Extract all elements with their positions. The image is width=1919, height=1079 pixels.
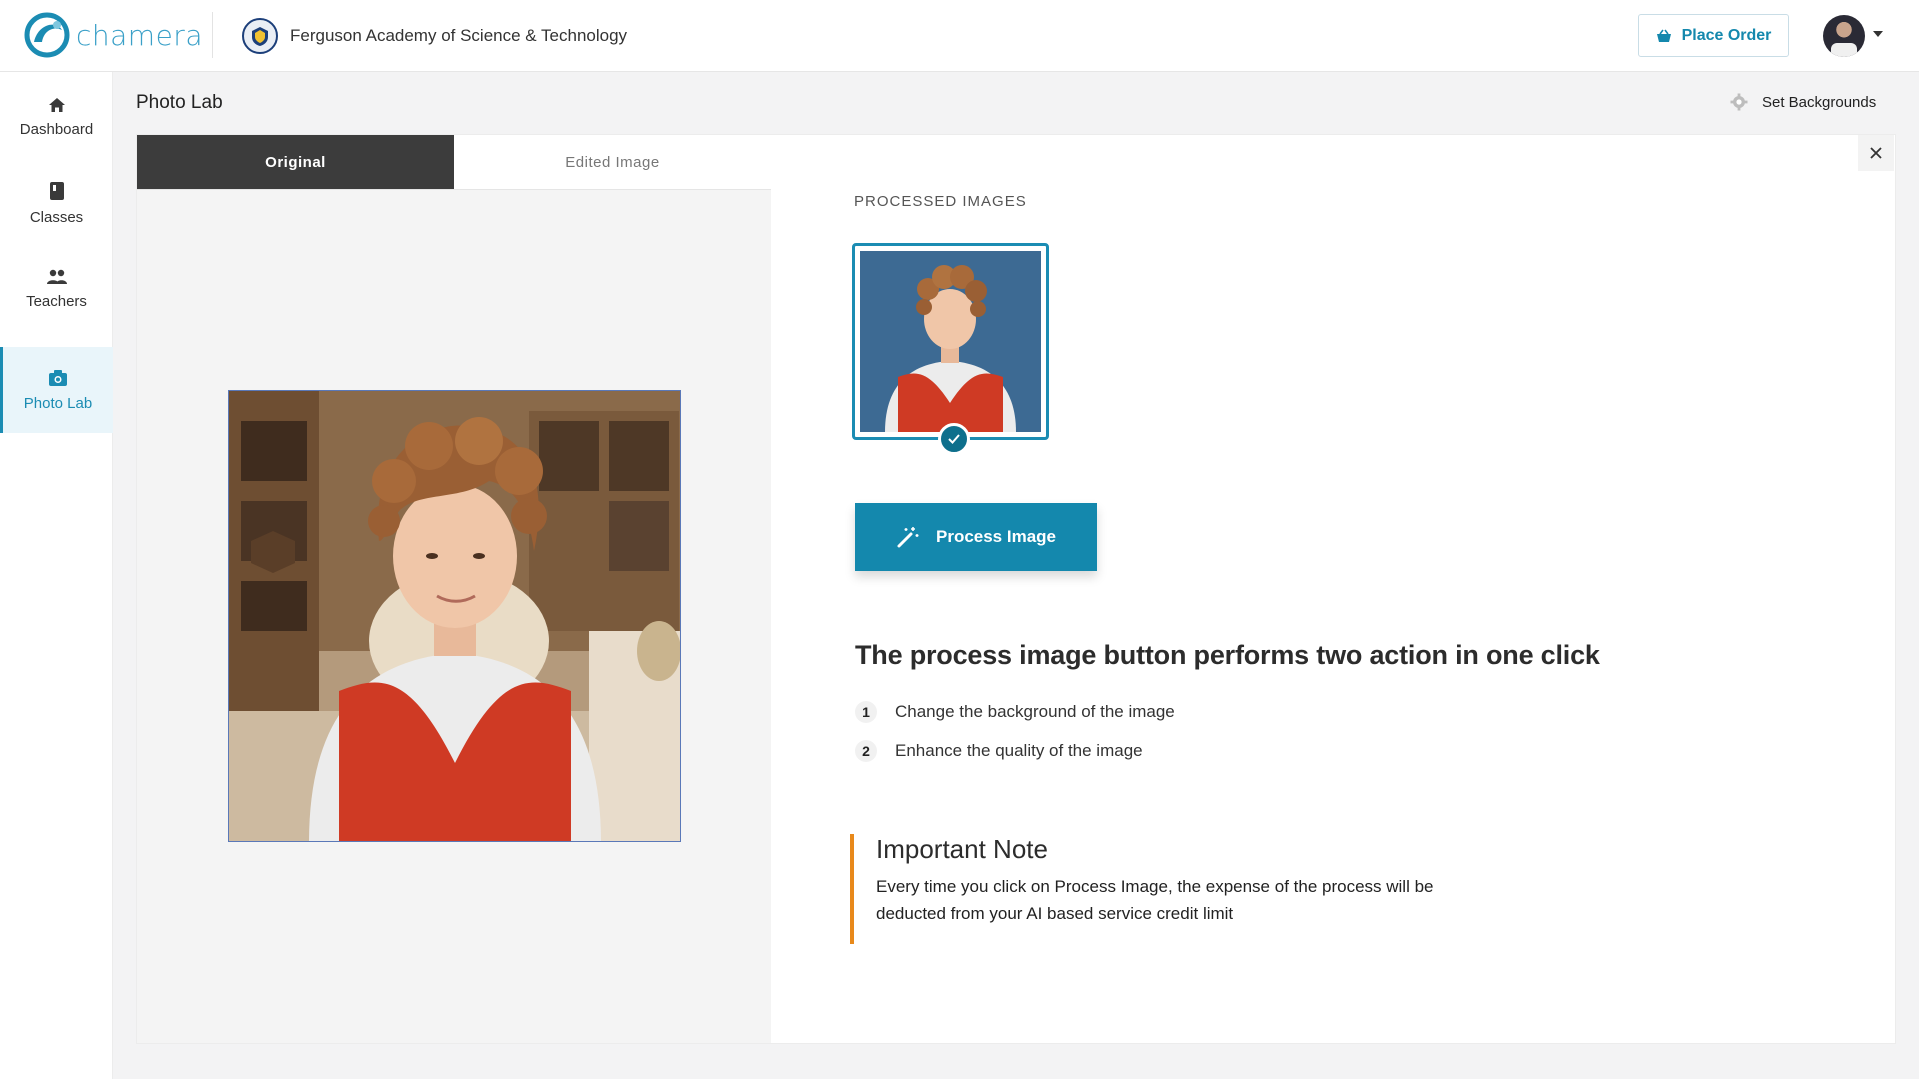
chevron-down-icon[interactable] — [1873, 31, 1883, 37]
school-crest-icon — [242, 18, 278, 54]
note-body: Every time you click on Process Image, t… — [876, 877, 1434, 923]
tab-original[interactable]: Original — [137, 135, 454, 189]
gear-icon — [1730, 93, 1748, 111]
school-info: Ferguson Academy of Science & Technology — [242, 18, 627, 54]
step-number: 2 — [855, 740, 877, 762]
selected-check-icon — [938, 423, 970, 455]
place-order-button[interactable]: Place Order — [1638, 14, 1789, 57]
sidebar: Dashboard Classes Teachers Photo Lab — [0, 72, 113, 1079]
image-tabs: Original Edited Image — [137, 135, 771, 190]
step-text: Enhance the quality of the image — [895, 741, 1143, 760]
step-item: 2 Enhance the quality of the image — [855, 740, 1143, 762]
step-text: Change the background of the image — [895, 702, 1175, 721]
processed-photo — [860, 251, 1041, 432]
process-image-label: Process Image — [935, 527, 1056, 546]
place-order-label: Place Order — [1681, 26, 1772, 44]
important-note: Important Note Every time you click on P… — [850, 834, 1450, 944]
school-name: Ferguson Academy of Science & Technology — [290, 26, 628, 45]
sidebar-item-photo-lab[interactable]: Photo Lab — [0, 347, 113, 433]
processed-image-thumbnail[interactable] — [852, 243, 1049, 455]
chamera-logo[interactable]: chamera — [24, 12, 203, 58]
note-title: Important Note — [876, 834, 1048, 864]
image-preview-pane: Original Edited Image — [137, 135, 771, 1043]
user-avatar[interactable] — [1823, 15, 1865, 57]
chamera-logo-icon — [24, 12, 70, 58]
book-icon — [49, 181, 64, 200]
sidebar-item-label: Teachers — [26, 292, 87, 310]
magic-wand-icon — [897, 527, 919, 548]
tab-edited-image[interactable]: Edited Image — [454, 135, 771, 189]
camera-icon — [49, 369, 67, 386]
processing-pane: PROCESSED IMAGES Process Image The proce… — [771, 135, 1895, 1043]
brand-name: chamera — [76, 18, 203, 52]
step-number: 1 — [855, 701, 877, 723]
info-heading: The process image button performs two ac… — [855, 640, 1600, 670]
sidebar-item-label: Photo Lab — [23, 394, 93, 412]
set-backgrounds-label: Set Backgrounds — [1762, 93, 1877, 111]
people-icon — [46, 269, 67, 284]
basket-icon — [1656, 29, 1671, 42]
page-title: Photo Lab — [136, 92, 223, 113]
step-item: 1 Change the background of the image — [855, 701, 1175, 723]
original-photo — [228, 390, 681, 842]
photo-lab-panel: Original Edited Image PROCESSED IMAGES P… — [136, 134, 1896, 1044]
sidebar-item-teachers[interactable]: Teachers — [0, 246, 113, 332]
sidebar-item-label: Dashboard — [19, 120, 94, 138]
set-backgrounds-button[interactable]: Set Backgrounds — [1730, 93, 1876, 111]
sidebar-item-classes[interactable]: Classes — [0, 160, 113, 246]
home-icon — [48, 97, 65, 112]
close-button[interactable] — [1858, 135, 1894, 171]
sidebar-item-dashboard[interactable]: Dashboard — [0, 74, 113, 160]
close-icon — [1870, 147, 1882, 159]
processed-images-label: PROCESSED IMAGES — [854, 193, 1027, 210]
header-divider — [212, 12, 213, 58]
process-image-button[interactable]: Process Image — [855, 503, 1097, 571]
top-bar: chamera Ferguson Academy of Science & Te… — [0, 0, 1919, 72]
sidebar-item-label: Classes — [29, 208, 84, 226]
